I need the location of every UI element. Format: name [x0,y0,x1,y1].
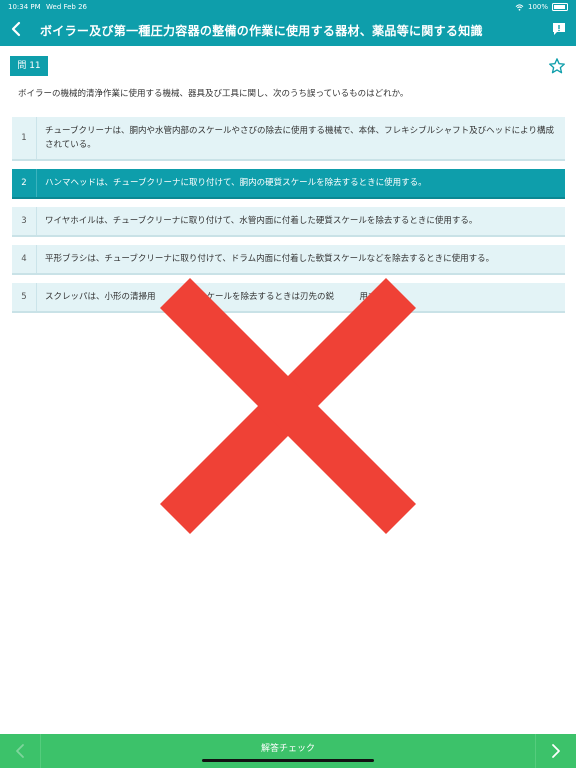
option-number: 1 [12,117,37,160]
option-number: 4 [12,245,37,274]
option-1[interactable]: 1 チューブクリーナは、胴内や水管内部のスケールやさびの除去に使用する機械で、本… [12,117,565,162]
status-time: 10:34 PM [8,3,41,11]
option-number: 3 [12,207,37,236]
back-chevron-icon[interactable] [8,20,26,38]
question-number-badge: 問 11 [10,56,48,76]
question-text: ボイラーの機械的清浄作業に使用する機械、器具及び工具に関し、次のうち誤っているも… [18,89,409,99]
chevron-left-icon [16,744,24,758]
footer-bar: 解答チェック [0,734,576,768]
home-indicator [202,759,374,762]
option-text: スクレッパは、小形の清掃用 硬質スケールを除去するときは刃先の鋭 用する。 [45,292,394,303]
option-5[interactable]: 5 スクレッパは、小形の清掃用 硬質スケールを除去するときは刃先の鋭 用する。 [12,283,565,314]
prev-button[interactable] [0,734,41,768]
options-list: 1 チューブクリーナは、胴内や水管内部のスケールやさびの除去に使用する機械で、本… [12,117,565,321]
app-header: 10:34 PM Wed Feb 26 100% ボイラー及び第一種圧力容器の整… [0,0,576,46]
answer-check-button[interactable]: 解答チェック [40,734,536,768]
next-button[interactable] [535,734,576,768]
battery-icon [552,3,568,11]
option-4[interactable]: 4 平形ブラシは、チューブクリーナに取り付けて、ドラム内面に付着した軟質スケール… [12,245,565,276]
option-text: チューブクリーナは、胴内や水管内部のスケールやさびの除去に使用する機械で、本体、… [45,126,554,151]
status-date: Wed Feb 26 [46,3,88,11]
page-title: ボイラー及び第一種圧力容器の整備の作業に使用する器材、薬品等に関する知識 [40,24,483,38]
chevron-right-icon [552,744,560,758]
option-number: 2 [12,169,37,198]
status-right: 100% [515,3,568,11]
option-number: 5 [12,283,37,312]
option-2[interactable]: 2 ハンマヘッドは、チューブクリーナに取り付けて、胴内の硬質スケールを除去すると… [12,169,565,200]
feedback-icon[interactable] [552,22,566,36]
option-text: 平形ブラシは、チューブクリーナに取り付けて、ドラム内面に付着した軟質スケールなど… [45,254,495,265]
status-bar: 10:34 PM Wed Feb 26 100% [8,2,568,13]
option-3[interactable]: 3 ワイヤホイルは、チューブクリーナに取り付けて、水管内面に付着した硬質スケール… [12,207,565,238]
option-text: ワイヤホイルは、チューブクリーナに取り付けて、水管内面に付着した硬質スケールを除… [45,216,478,227]
star-icon[interactable] [548,57,566,75]
wifi-icon [515,3,524,11]
battery-percent: 100% [527,3,548,11]
option-text: ハンマヘッドは、チューブクリーナに取り付けて、胴内の硬質スケールを除去するときに… [45,178,427,189]
